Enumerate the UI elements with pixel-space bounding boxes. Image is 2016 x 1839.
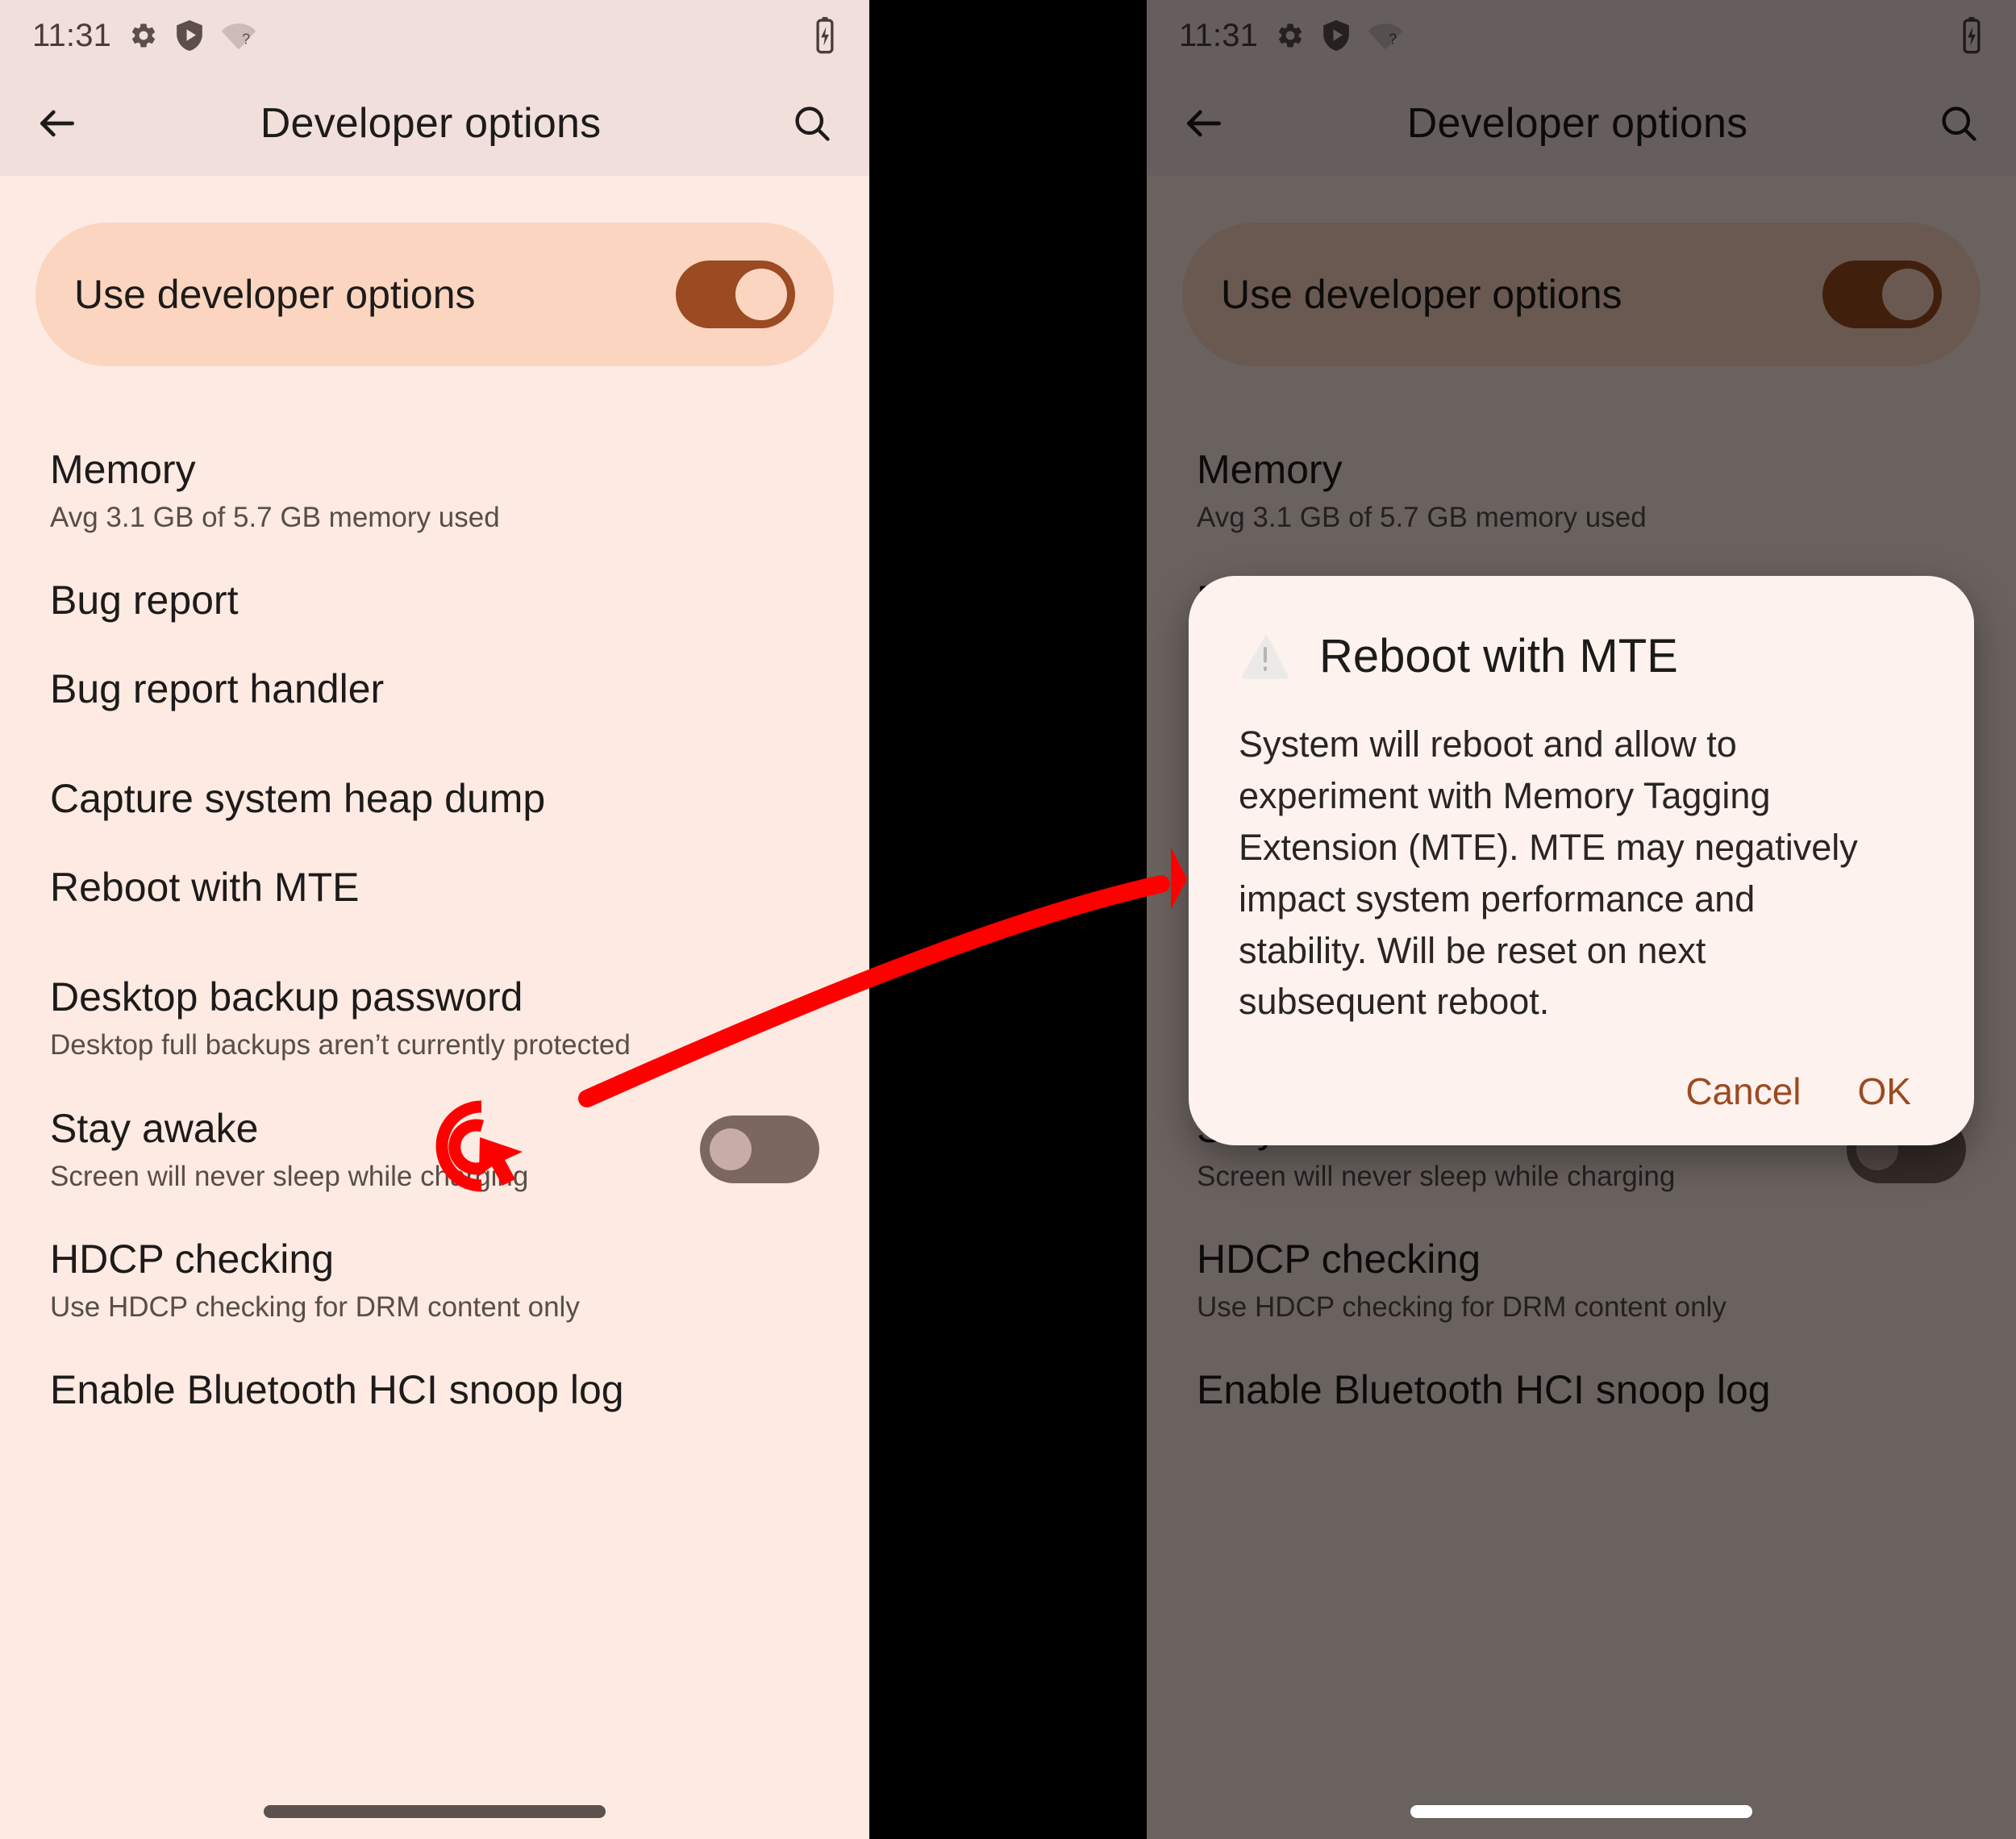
dialog-title: Reboot with MTE bbox=[1319, 630, 1678, 682]
list-item-reboot-with-mte[interactable]: Reboot with MTE bbox=[0, 821, 869, 910]
list-item-stay-awake[interactable]: Stay awake Screen will never sleep while… bbox=[0, 1062, 869, 1193]
list-item-title: Enable Bluetooth HCI snoop log bbox=[50, 1367, 624, 1412]
list-item-hdcp-checking[interactable]: HDCP checking Use HDCP checking for DRM … bbox=[0, 1193, 869, 1324]
android-settings-screen-dialog: 11:31 ? bbox=[1147, 0, 2016, 1839]
phone-screenshot-before: 11:31 ? Developer options Use developer … bbox=[0, 0, 869, 1839]
gear-icon bbox=[129, 21, 158, 50]
dialog-actions: Cancel OK bbox=[1239, 1070, 1924, 1113]
list-item-bug-report[interactable]: Bug report bbox=[0, 534, 869, 623]
list-item-subtitle: Desktop full backups aren’t currently pr… bbox=[50, 1029, 631, 1061]
list-item-title: Reboot with MTE bbox=[50, 865, 360, 911]
list-item-title: HDCP checking bbox=[50, 1236, 335, 1282]
list-item-subtitle: Use HDCP checking for DRM content only bbox=[50, 1291, 580, 1323]
use-developer-options-card[interactable]: Use developer options bbox=[35, 223, 834, 366]
status-bar: 11:31 ? bbox=[0, 0, 869, 71]
reboot-with-mte-dialog: Reboot with MTE System will reboot and a… bbox=[1189, 576, 1974, 1146]
svg-text:?: ? bbox=[242, 31, 250, 48]
list-item-title: Desktop backup password bbox=[50, 974, 523, 1020]
use-developer-options-label: Use developer options bbox=[74, 272, 476, 317]
list-item-memory[interactable]: Memory Avg 3.1 GB of 5.7 GB memory used bbox=[0, 403, 869, 534]
dialog-header: Reboot with MTE bbox=[1239, 629, 1924, 683]
page-title: Developer options bbox=[260, 100, 602, 147]
battery-charging-icon bbox=[813, 16, 837, 55]
dialog-message: System will reboot and allow to experime… bbox=[1239, 724, 1858, 1023]
list-item-texts: Stay awake Screen will never sleep while… bbox=[50, 1106, 700, 1193]
wifi-question-icon: ? bbox=[221, 21, 256, 50]
app-bar: Developer options bbox=[0, 71, 869, 176]
android-settings-screen: 11:31 ? Developer options Use developer … bbox=[0, 0, 869, 1839]
stay-awake-toggle[interactable] bbox=[700, 1115, 819, 1183]
screenshot-stage: 11:31 ? Developer options Use developer … bbox=[0, 0, 2016, 1839]
status-bar-clock: 11:31 bbox=[32, 17, 112, 53]
status-bar-right bbox=[813, 16, 837, 55]
list-item-title: Capture system heap dump bbox=[50, 776, 546, 822]
status-bar-left: 11:31 ? bbox=[32, 18, 256, 54]
list-item-title: Bug report bbox=[50, 578, 239, 623]
use-developer-options-toggle[interactable] bbox=[676, 261, 795, 328]
list-item-title: Bug report handler bbox=[50, 666, 385, 712]
settings-content: Use developer options Memory Avg 3.1 GB … bbox=[0, 176, 869, 1839]
toggle-thumb bbox=[710, 1128, 752, 1170]
list-item-bug-report-handler[interactable]: Bug report handler bbox=[0, 623, 869, 711]
search-icon[interactable] bbox=[782, 94, 842, 153]
list-item-capture-system-heap-dump[interactable]: Capture system heap dump bbox=[0, 732, 869, 821]
list-item-desktop-backup-password[interactable]: Desktop backup password Desktop full bac… bbox=[0, 931, 869, 1061]
phone-screenshot-after: 11:31 ? bbox=[1147, 0, 2016, 1839]
cancel-button[interactable]: Cancel bbox=[1685, 1070, 1801, 1113]
warning-triangle-icon bbox=[1239, 630, 1292, 683]
gesture-nav-bar[interactable] bbox=[1410, 1805, 1752, 1818]
settings-list: Memory Avg 3.1 GB of 5.7 GB memory used … bbox=[0, 366, 869, 1412]
back-arrow-icon[interactable] bbox=[27, 94, 87, 153]
list-item-subtitle: Avg 3.1 GB of 5.7 GB memory used bbox=[50, 502, 500, 533]
list-item-title: Stay awake bbox=[50, 1105, 259, 1151]
shield-play-icon bbox=[176, 20, 203, 51]
ok-button[interactable]: OK bbox=[1858, 1070, 1911, 1113]
list-item-subtitle: Screen will never sleep while charging bbox=[50, 1160, 529, 1192]
list-item-title: Memory bbox=[50, 447, 196, 492]
list-item-enable-bluetooth-hci-snoop-log[interactable]: Enable Bluetooth HCI snoop log bbox=[0, 1324, 869, 1412]
toggle-thumb bbox=[735, 269, 787, 320]
gesture-nav-bar[interactable] bbox=[264, 1805, 606, 1818]
